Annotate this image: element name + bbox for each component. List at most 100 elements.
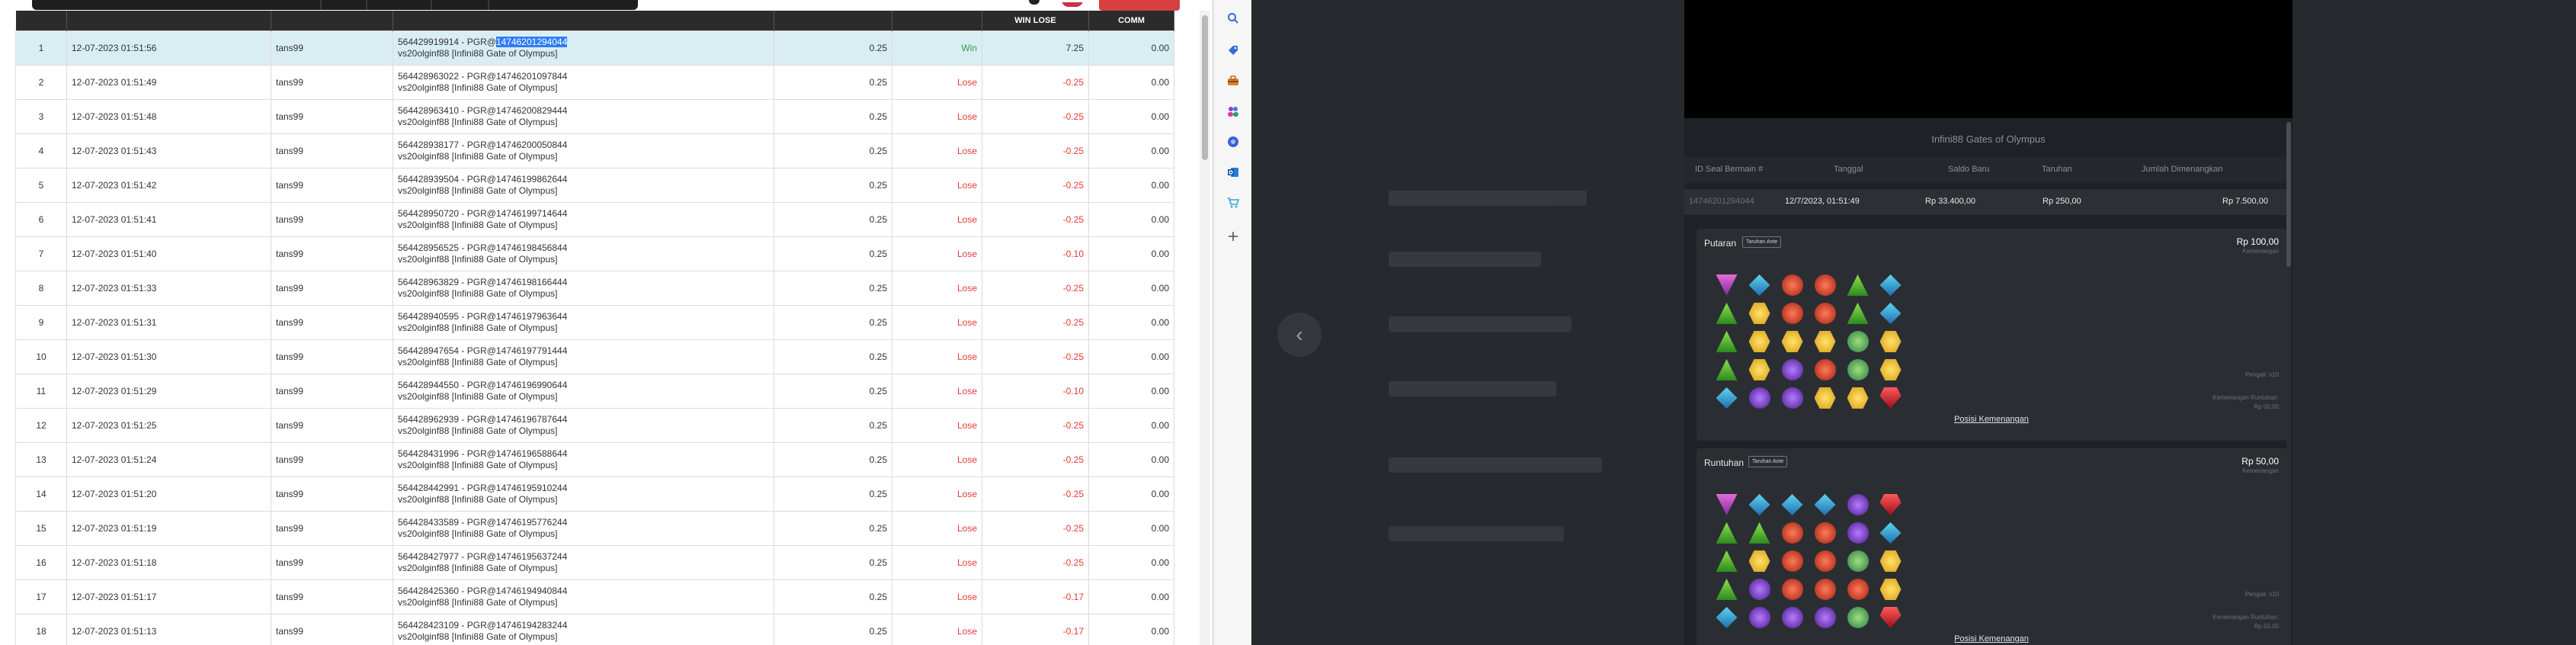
row-bet-id[interactable]: 564428427977 - PGR@14746195637244 [398, 551, 567, 562]
row-user: tans99 [271, 408, 393, 443]
row-bet-id-prefix: 564429919914 - PGR@ [398, 37, 496, 47]
gem-round-r-icon [1814, 579, 1836, 600]
row-result: Lose [892, 271, 982, 306]
row-user: tans99 [271, 133, 393, 168]
row-bet-id[interactable]: 564428423109 - PGR@14746194283244 [398, 620, 567, 631]
row-date: 12-07-2023 01:51:31 [66, 305, 271, 340]
plus-icon[interactable] [1226, 229, 1241, 244]
row-bet-id[interactable]: 564428956525 - PGR@14746198456844 [398, 242, 567, 253]
gem-diam-icon [1814, 494, 1836, 515]
row-number: 9 [15, 305, 67, 340]
row-date: 12-07-2023 01:51:25 [66, 408, 271, 443]
gem-hex-icon [1814, 331, 1836, 352]
row-user: tans99 [271, 99, 393, 134]
table-row[interactable]: 11 12-07-2023 01:51:29 tans99 564428944550 … [15, 374, 1174, 409]
gem-hex-icon [1781, 331, 1803, 352]
briefcase-icon[interactable] [1226, 73, 1241, 88]
table-row[interactable]: 15 12-07-2023 01:51:19 tans99 564428433589 … [15, 511, 1174, 546]
outlook-icon[interactable] [1226, 165, 1241, 180]
gem-round-p-icon [1814, 607, 1836, 628]
row-bet-id-prefix: 564428939504 - PGR@14746199862644 [398, 174, 568, 185]
table-row[interactable]: 8 12-07-2023 01:51:33 tans99 564428963829 -… [15, 271, 1174, 306]
row-user: tans99 [271, 374, 393, 409]
gem-cell [1710, 604, 1743, 632]
row-bet-id[interactable]: 564429919914 - PGR@14746201294044 [398, 37, 568, 47]
table-row[interactable]: 17 12-07-2023 01:51:17 tans99 564428425360 … [15, 579, 1174, 615]
table-row[interactable]: 14 12-07-2023 01:51:20 tans99 564428442991 … [15, 477, 1174, 512]
row-bet-id[interactable]: 564428963410 - PGR@14746200829444 [398, 105, 567, 116]
table-scrollbar-thumb[interactable] [1202, 15, 1208, 160]
row-bet-id[interactable]: 564428940595 - PGR@14746197963644 [398, 311, 567, 322]
gem-round-r-icon [1781, 522, 1803, 544]
row-bet-id[interactable]: 564428947654 - PGR@14746197791444 [398, 345, 567, 356]
table-row[interactable]: 12 12-07-2023 01:51:25 tans99 564428962939 … [15, 408, 1174, 443]
row-bet: 0.25 [774, 271, 892, 306]
row-game-title: vs20olginf88 [Infini88 Gate of Olympus] [398, 425, 558, 436]
gem-cell [1710, 356, 1743, 384]
table-row[interactable]: 1 12-07-2023 01:51:56 tans99 564429919914 -… [15, 30, 1174, 66]
gem-cell [1710, 491, 1743, 519]
row-bet-id[interactable]: 564428433589 - PGR@14746195776244 [398, 517, 567, 528]
gem-diam-icon [1716, 607, 1738, 628]
row-bet-id[interactable]: 564428962939 - PGR@14746196787644 [398, 414, 567, 425]
row-bet-id-prefix: 564428423109 - PGR@14746194283244 [398, 620, 568, 631]
row-bet-id[interactable]: 564428963022 - PGR@14746201097844 [398, 71, 567, 82]
row-result: Lose [892, 614, 982, 645]
header-bet [774, 11, 892, 31]
row-number: 5 [15, 168, 67, 203]
summary-header-cell: Jumlah Dimenangkan [2142, 165, 2223, 174]
row-bet-id[interactable]: 564428442991 - PGR@14746195910244 [398, 483, 567, 493]
people-icon[interactable] [1226, 104, 1241, 119]
row-bet-id-prefix: 564428940595 - PGR@14746197963644 [398, 311, 568, 322]
table-row[interactable]: 7 12-07-2023 01:51:40 tans99 564428956525 -… [15, 236, 1174, 271]
detail-scrollbar-thumb[interactable] [2286, 122, 2291, 267]
summary-cell: 14746201294044 [1689, 197, 1754, 206]
table-row[interactable]: 5 12-07-2023 01:51:42 tans99 564428939504 -… [15, 168, 1174, 203]
row-comm: 0.00 [1088, 614, 1174, 645]
row-bet-id[interactable]: 564428944550 - PGR@14746196990644 [398, 380, 567, 390]
table-row[interactable]: 18 12-07-2023 01:51:13 tans99 564428423109 … [15, 614, 1174, 645]
row-game-title: vs20olginf88 [Infini88 Gate of Olympus] [398, 220, 558, 230]
toolbar-separator [488, 0, 489, 10]
row-bet: 0.25 [774, 133, 892, 168]
cart-icon[interactable] [1226, 195, 1241, 210]
gem-diam-icon [1748, 494, 1770, 515]
gem-cell [1841, 384, 1874, 412]
row-bet-id[interactable]: 564428425360 - PGR@14746194940844 [398, 586, 567, 596]
row-bet-id[interactable]: 564428950720 - PGR@14746199714644 [398, 208, 567, 219]
row-game: 564428423109 - PGR@14746194283244 vs20olg… [392, 614, 774, 645]
logout-button[interactable] [1099, 0, 1180, 11]
table-row[interactable]: 9 12-07-2023 01:51:31 tans99 564428940595 -… [15, 305, 1174, 340]
previous-button[interactable]: ‹ [1277, 313, 1322, 357]
table-row[interactable]: 13 12-07-2023 01:51:24 tans99 564428431996 … [15, 442, 1174, 477]
uk-flag-icon[interactable] [1062, 0, 1083, 7]
gem-cell [1710, 300, 1743, 328]
tag-icon[interactable] [1226, 43, 1241, 58]
table-row[interactable]: 10 12-07-2023 01:51:30 tans99 564428947654 … [15, 339, 1174, 374]
gem-round-r-icon [1814, 359, 1836, 380]
table-row[interactable]: 16 12-07-2023 01:51:18 tans99 564428427977 … [15, 545, 1174, 580]
table-row[interactable]: 6 12-07-2023 01:51:41 tans99 564428950720 -… [15, 202, 1174, 237]
search-icon[interactable] [1226, 11, 1241, 26]
winning-positions-link[interactable]: Posisi Kemenangan [1697, 634, 2286, 643]
row-user: tans99 [271, 579, 393, 615]
row-bet: 0.25 [774, 477, 892, 512]
row-number: 2 [15, 65, 67, 100]
table-row[interactable]: 4 12-07-2023 01:51:43 tans99 564428938177 -… [15, 133, 1174, 168]
table-row[interactable]: 2 12-07-2023 01:51:49 tans99 564428963022 -… [15, 65, 1174, 100]
winning-positions-link[interactable]: Posisi Kemenangan [1697, 415, 2286, 424]
row-bet-id[interactable]: 564428938177 - PGR@14746200050844 [398, 140, 567, 150]
row-bet-id[interactable]: 564428431996 - PGR@14746196588644 [398, 448, 567, 459]
gem-cell [1874, 576, 1907, 604]
row-game: 564428431996 - PGR@14746196588644 vs20olg… [392, 442, 774, 477]
copilot-icon[interactable] [1226, 134, 1241, 149]
row-bet-id[interactable]: 564428939504 - PGR@14746199862644 [398, 174, 567, 185]
row-result: Lose [892, 133, 982, 168]
row-number: 10 [15, 339, 67, 374]
row-bet-id-selected[interactable]: 14746201294044 [495, 37, 568, 47]
header-result [892, 11, 982, 31]
row-bet-id[interactable]: 564428963829 - PGR@14746198166444 [398, 277, 567, 287]
user-avatar-icon[interactable] [1029, 0, 1040, 5]
gem-cell [1874, 300, 1907, 328]
table-row[interactable]: 3 12-07-2023 01:51:48 tans99 564428963410 -… [15, 99, 1174, 134]
